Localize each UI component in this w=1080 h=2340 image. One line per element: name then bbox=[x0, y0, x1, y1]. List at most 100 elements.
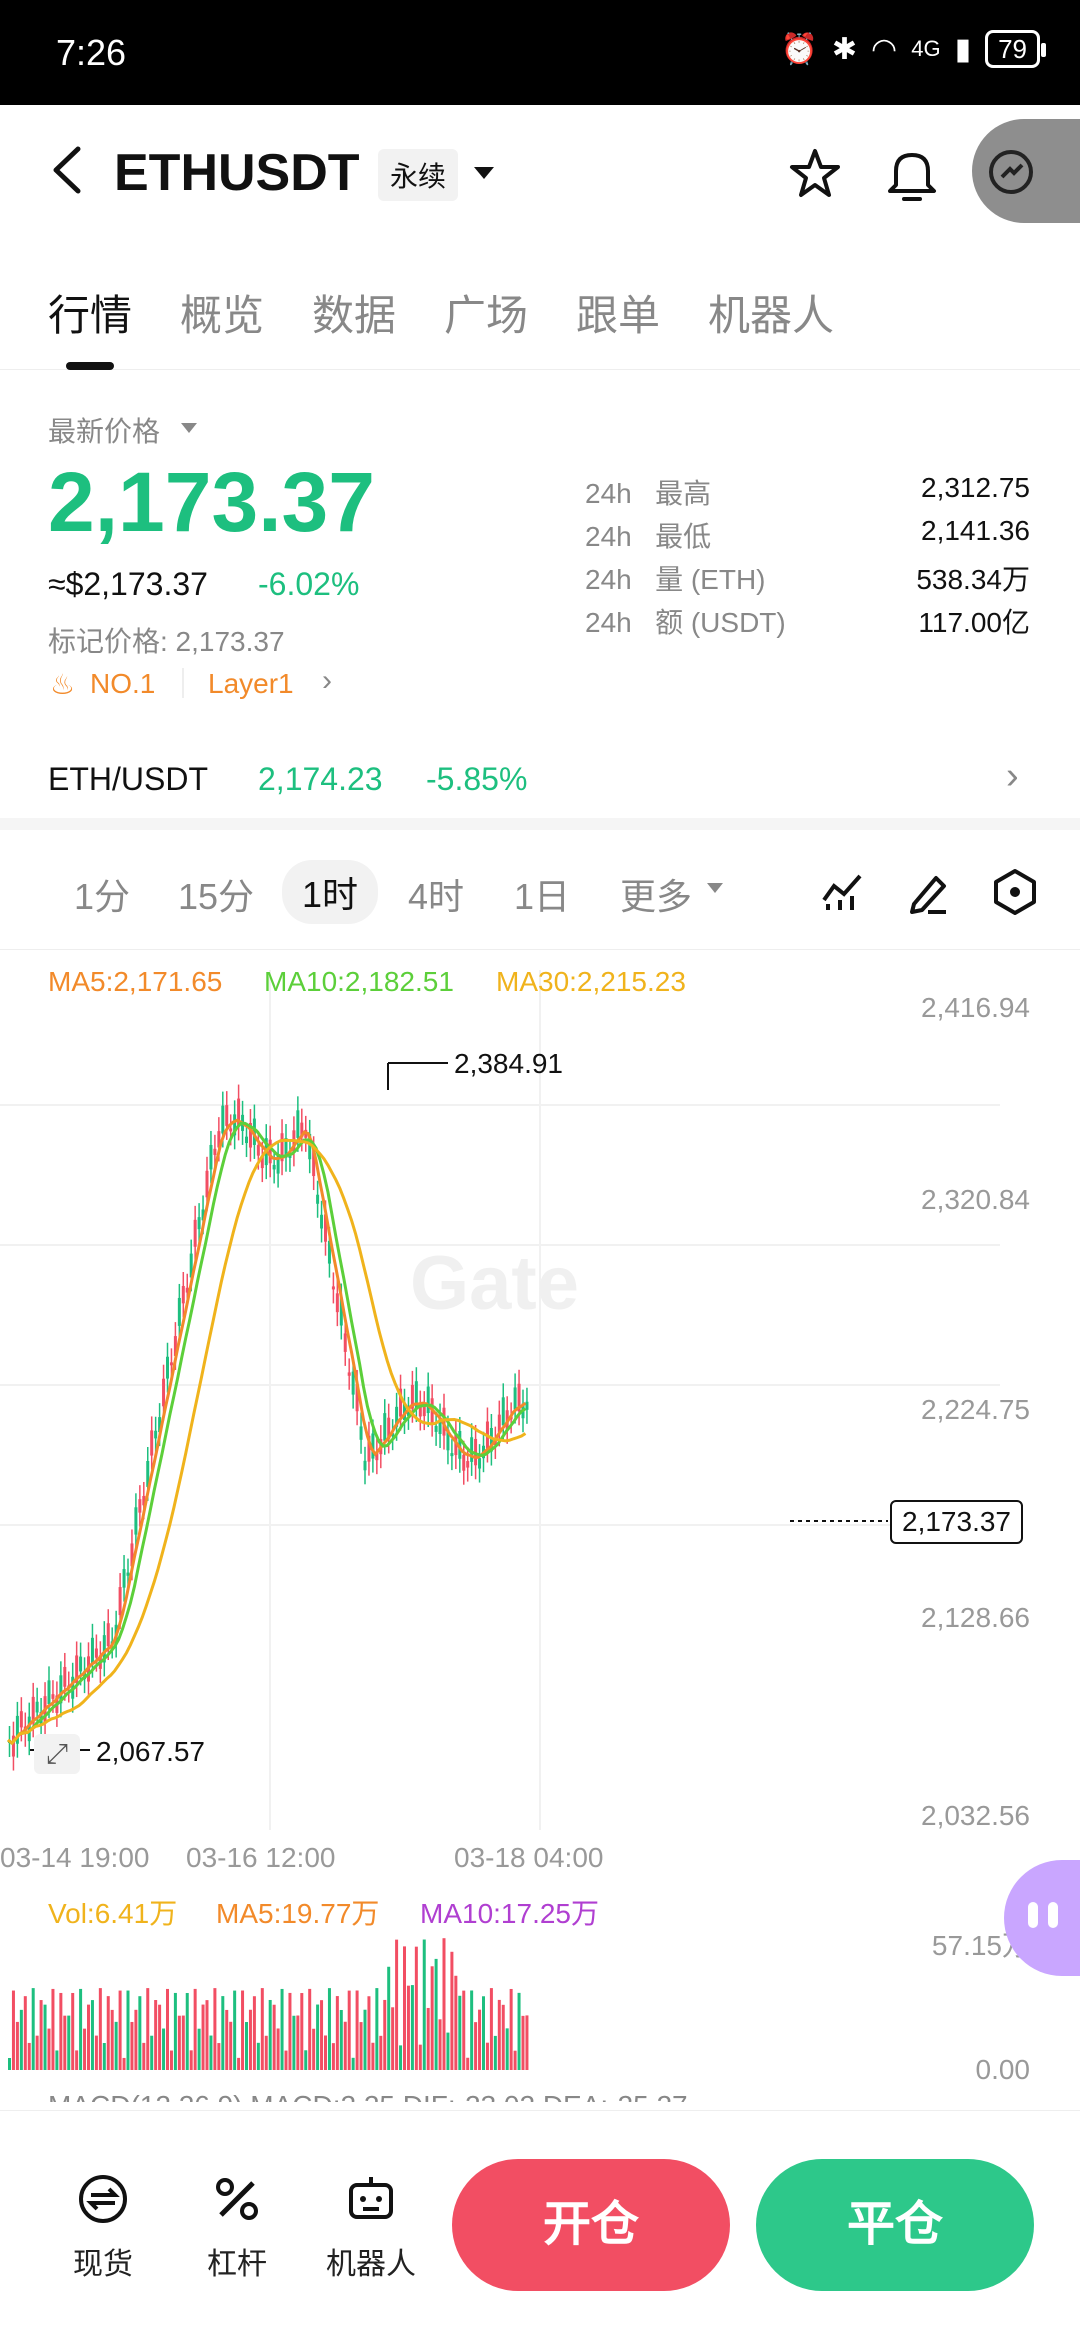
stat-label: 额 (USDT) bbox=[655, 607, 786, 638]
volume-bar bbox=[189, 2050, 193, 2070]
timeframe-1h[interactable]: 1时 bbox=[282, 860, 379, 924]
volume-bar bbox=[217, 2043, 221, 2070]
timeframe-4h[interactable]: 4时 bbox=[408, 868, 464, 920]
candle-body bbox=[118, 1587, 122, 1616]
volume-bar bbox=[209, 2035, 213, 2070]
volume-bar bbox=[47, 2028, 51, 2070]
volume-bar bbox=[521, 2015, 525, 2070]
candle-body bbox=[268, 1139, 272, 1164]
candle-body bbox=[316, 1194, 320, 1204]
volume-bar bbox=[126, 1990, 130, 2070]
volume-bar bbox=[233, 1990, 237, 2070]
sector-tag[interactable]: Layer1 bbox=[208, 668, 294, 700]
favorite-star-icon[interactable] bbox=[788, 147, 842, 201]
candle-body bbox=[197, 1217, 201, 1230]
chevron-right-icon[interactable]: › bbox=[322, 664, 332, 698]
rank-badge[interactable]: NO.1 bbox=[90, 668, 155, 700]
macd-label: MACD(12,26,9) MACD:2.25 DIF:-23.02 DEA:-… bbox=[48, 2090, 688, 2102]
symbol-title[interactable]: ETHUSDT bbox=[114, 143, 360, 203]
volume-bar bbox=[166, 1988, 169, 2070]
volume-bar bbox=[264, 2035, 268, 2070]
bot-nav-button[interactable]: 机器人 bbox=[316, 2171, 426, 2283]
volume-bar bbox=[327, 1988, 331, 2070]
volume-bar bbox=[434, 1958, 438, 2070]
share-floating-button[interactable] bbox=[972, 119, 1080, 223]
tab-market[interactable]: 行情 bbox=[48, 282, 132, 343]
volume-bar bbox=[241, 1990, 245, 2070]
tab-overview[interactable]: 概览 bbox=[180, 282, 264, 343]
volume-bar bbox=[256, 2042, 260, 2070]
price-change-percent: -6.02% bbox=[258, 566, 360, 602]
draw-pencil-icon[interactable] bbox=[906, 870, 950, 914]
y-tick: 2,320.84 bbox=[921, 1184, 1030, 1215]
volume-bar bbox=[138, 1996, 142, 2070]
timeframe-more[interactable]: 更多 bbox=[620, 868, 692, 920]
spot-pair-row[interactable]: ETH/USDT 2,174.23 -5.85% › bbox=[0, 735, 1080, 830]
candle-body bbox=[320, 1214, 324, 1229]
back-icon[interactable] bbox=[48, 145, 88, 195]
candle-body bbox=[434, 1425, 438, 1432]
candlestick-chart[interactable]: MA5:2,171.65 MA10:2,182.51 MA30:2,215.23… bbox=[0, 950, 1080, 1831]
volume-bar bbox=[260, 1988, 264, 2070]
volume-bar bbox=[158, 2004, 162, 2070]
tab-bots[interactable]: 机器人 bbox=[708, 282, 834, 343]
leverage-nav-button[interactable]: 杠杆 bbox=[182, 2171, 292, 2283]
volume-bar bbox=[422, 1939, 426, 2070]
candle-body bbox=[90, 1637, 94, 1664]
status-bar: 7:26 ⏰ ✱ ◠ 4G ▮ 79 bbox=[0, 0, 1080, 105]
exchange-watermark: Gate bbox=[410, 1241, 579, 1326]
contract-type-badge[interactable]: 永续 bbox=[378, 149, 459, 201]
volume-bar bbox=[410, 1985, 414, 2070]
spot-swap-icon bbox=[79, 2175, 127, 2223]
tab-data[interactable]: 数据 bbox=[312, 282, 396, 343]
more-dropdown-icon[interactable] bbox=[706, 882, 724, 894]
bluetooth-icon: ✱ bbox=[831, 32, 858, 66]
volume-bar bbox=[173, 1992, 177, 2070]
volume-bar bbox=[513, 2050, 517, 2070]
volume-bar bbox=[162, 2028, 166, 2070]
usd-approx-price: ≈$2,173.37 bbox=[48, 566, 208, 602]
volume-bar bbox=[63, 2015, 67, 2070]
volume-bar bbox=[39, 2000, 43, 2070]
price-alert-bell-icon[interactable] bbox=[884, 145, 940, 203]
volume-bar bbox=[438, 2019, 442, 2070]
chart-canvas[interactable] bbox=[0, 950, 1080, 1830]
candle-body bbox=[166, 1356, 169, 1379]
latest-price-label[interactable]: 最新价格 bbox=[48, 410, 160, 450]
candle-body bbox=[335, 1293, 339, 1313]
assistant-eye bbox=[1048, 1902, 1058, 1928]
volume-bar bbox=[331, 2043, 335, 2070]
low-marker-label: 2,067.57 bbox=[96, 1736, 205, 1767]
indicator-icon[interactable] bbox=[820, 870, 864, 914]
timeframe-15m[interactable]: 15分 bbox=[178, 868, 254, 920]
candle-body bbox=[426, 1386, 430, 1414]
volume-bar bbox=[347, 1990, 351, 2070]
symbol-dropdown-icon[interactable] bbox=[472, 165, 496, 181]
candle-body bbox=[213, 1148, 217, 1155]
volume-bar bbox=[292, 2015, 296, 2070]
volume-bar bbox=[15, 2021, 19, 2070]
price-type-dropdown-icon[interactable] bbox=[180, 422, 198, 434]
tab-square[interactable]: 广场 bbox=[444, 282, 528, 343]
volume-bar bbox=[43, 2004, 47, 2070]
chart-settings-icon[interactable] bbox=[992, 868, 1038, 916]
candle-body bbox=[122, 1569, 126, 1588]
fullscreen-expand-icon[interactable]: ⤢ bbox=[34, 1734, 80, 1774]
open-position-button[interactable]: 开仓 bbox=[452, 2159, 730, 2291]
spot-nav-button[interactable]: 现货 bbox=[48, 2171, 158, 2283]
volume-bar bbox=[300, 1993, 304, 2070]
stat-volume-usdt: 24h 额 (USDT) 117.00亿 bbox=[585, 601, 1030, 641]
volume-bar bbox=[83, 2028, 87, 2070]
volume-bar bbox=[142, 2042, 146, 2070]
volume-bar bbox=[130, 2021, 134, 2070]
stat-label: 最高 bbox=[655, 478, 712, 509]
chevron-right-icon: › bbox=[1006, 755, 1019, 797]
timeframe-1m[interactable]: 1分 bbox=[74, 868, 130, 920]
timeframe-1d[interactable]: 1日 bbox=[514, 868, 570, 920]
volume-bar bbox=[154, 2000, 158, 2070]
volume-bar bbox=[221, 1996, 225, 2070]
close-position-button[interactable]: 平仓 bbox=[756, 2159, 1034, 2291]
volume-bar bbox=[55, 2050, 59, 2070]
tab-copy-trading[interactable]: 跟单 bbox=[576, 282, 660, 343]
ma5-line bbox=[7, 1118, 527, 1746]
